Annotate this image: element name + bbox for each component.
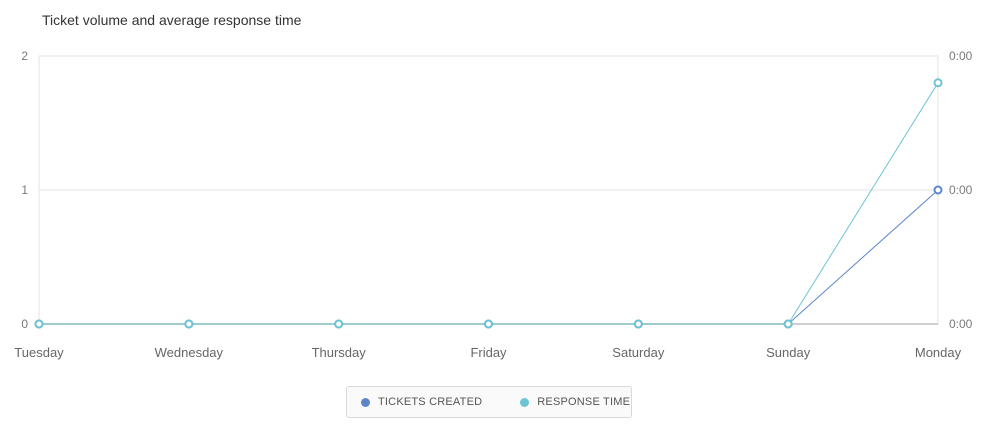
legend-item-response-time[interactable]: RESPONSE TIME xyxy=(520,396,630,408)
grid xyxy=(38,55,939,325)
x-tick-label: Sunday xyxy=(766,345,811,360)
x-tick-label: Thursday xyxy=(312,345,367,360)
x-tick-label: Monday xyxy=(915,345,962,360)
x-tick-label: Friday xyxy=(470,345,507,360)
data-point-1 xyxy=(783,319,793,329)
tick-labels: 0 0:00 1 0:00 2 0:00 Tuesday Wednesday Thursday F… xyxy=(14,49,972,360)
response-time-dot-icon xyxy=(520,397,530,407)
data-point-1 xyxy=(34,319,44,329)
data-point-1 xyxy=(184,319,194,329)
legend-label-tickets-created: TICKETS CREATED xyxy=(378,396,483,408)
tickets-created-dot-icon xyxy=(361,397,370,407)
y-left-tick-label: 1 xyxy=(21,183,28,197)
data-point-1 xyxy=(484,319,493,329)
series-points xyxy=(34,78,943,329)
series-line-0 xyxy=(39,189,939,325)
data-point-0 xyxy=(933,185,943,195)
chart-canvas: 0 0:00 1 0:00 2 0:00 Tuesday Wednesday Thursday F… xyxy=(14,49,972,360)
y-left-tick-label: 0 xyxy=(21,317,28,331)
legend-item-tickets-created[interactable]: TICKETS CREATED xyxy=(361,396,482,408)
x-tick-label: Tuesday xyxy=(14,345,64,360)
x-tick-label: Wednesday xyxy=(155,345,224,360)
legend: TICKETS CREATED RESPONSE TIME xyxy=(346,386,632,418)
data-point-1 xyxy=(334,319,344,329)
data-point-1 xyxy=(933,78,943,88)
y-left-tick-label: 2 xyxy=(21,49,28,63)
y-right-tick-label: 0:00 xyxy=(949,183,973,197)
data-point-1 xyxy=(633,319,643,329)
y-right-tick-label: 0:00 xyxy=(949,317,973,331)
legend-label-response-time: RESPONSE TIME xyxy=(537,396,631,408)
series-lines xyxy=(39,82,939,325)
x-tick-label: Saturday xyxy=(612,345,665,360)
y-right-tick-label: 0:00 xyxy=(949,49,973,63)
series-line-1 xyxy=(39,82,939,325)
